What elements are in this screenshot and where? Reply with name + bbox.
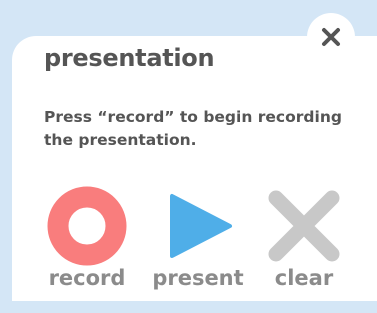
present-label: present [152,266,244,290]
record-button[interactable]: record [37,186,137,290]
record-icon [47,186,127,266]
clear-x-icon [264,186,344,266]
popup-title: presentation [44,44,215,72]
close-button[interactable] [307,13,355,61]
present-button[interactable]: present [148,186,248,290]
record-label: record [48,266,126,290]
popup-description: Press “record” to begin recording the pr… [44,108,342,149]
clear-button[interactable]: clear [254,186,354,290]
close-icon [322,28,340,46]
play-icon [158,186,238,266]
clear-label: clear [274,266,334,290]
